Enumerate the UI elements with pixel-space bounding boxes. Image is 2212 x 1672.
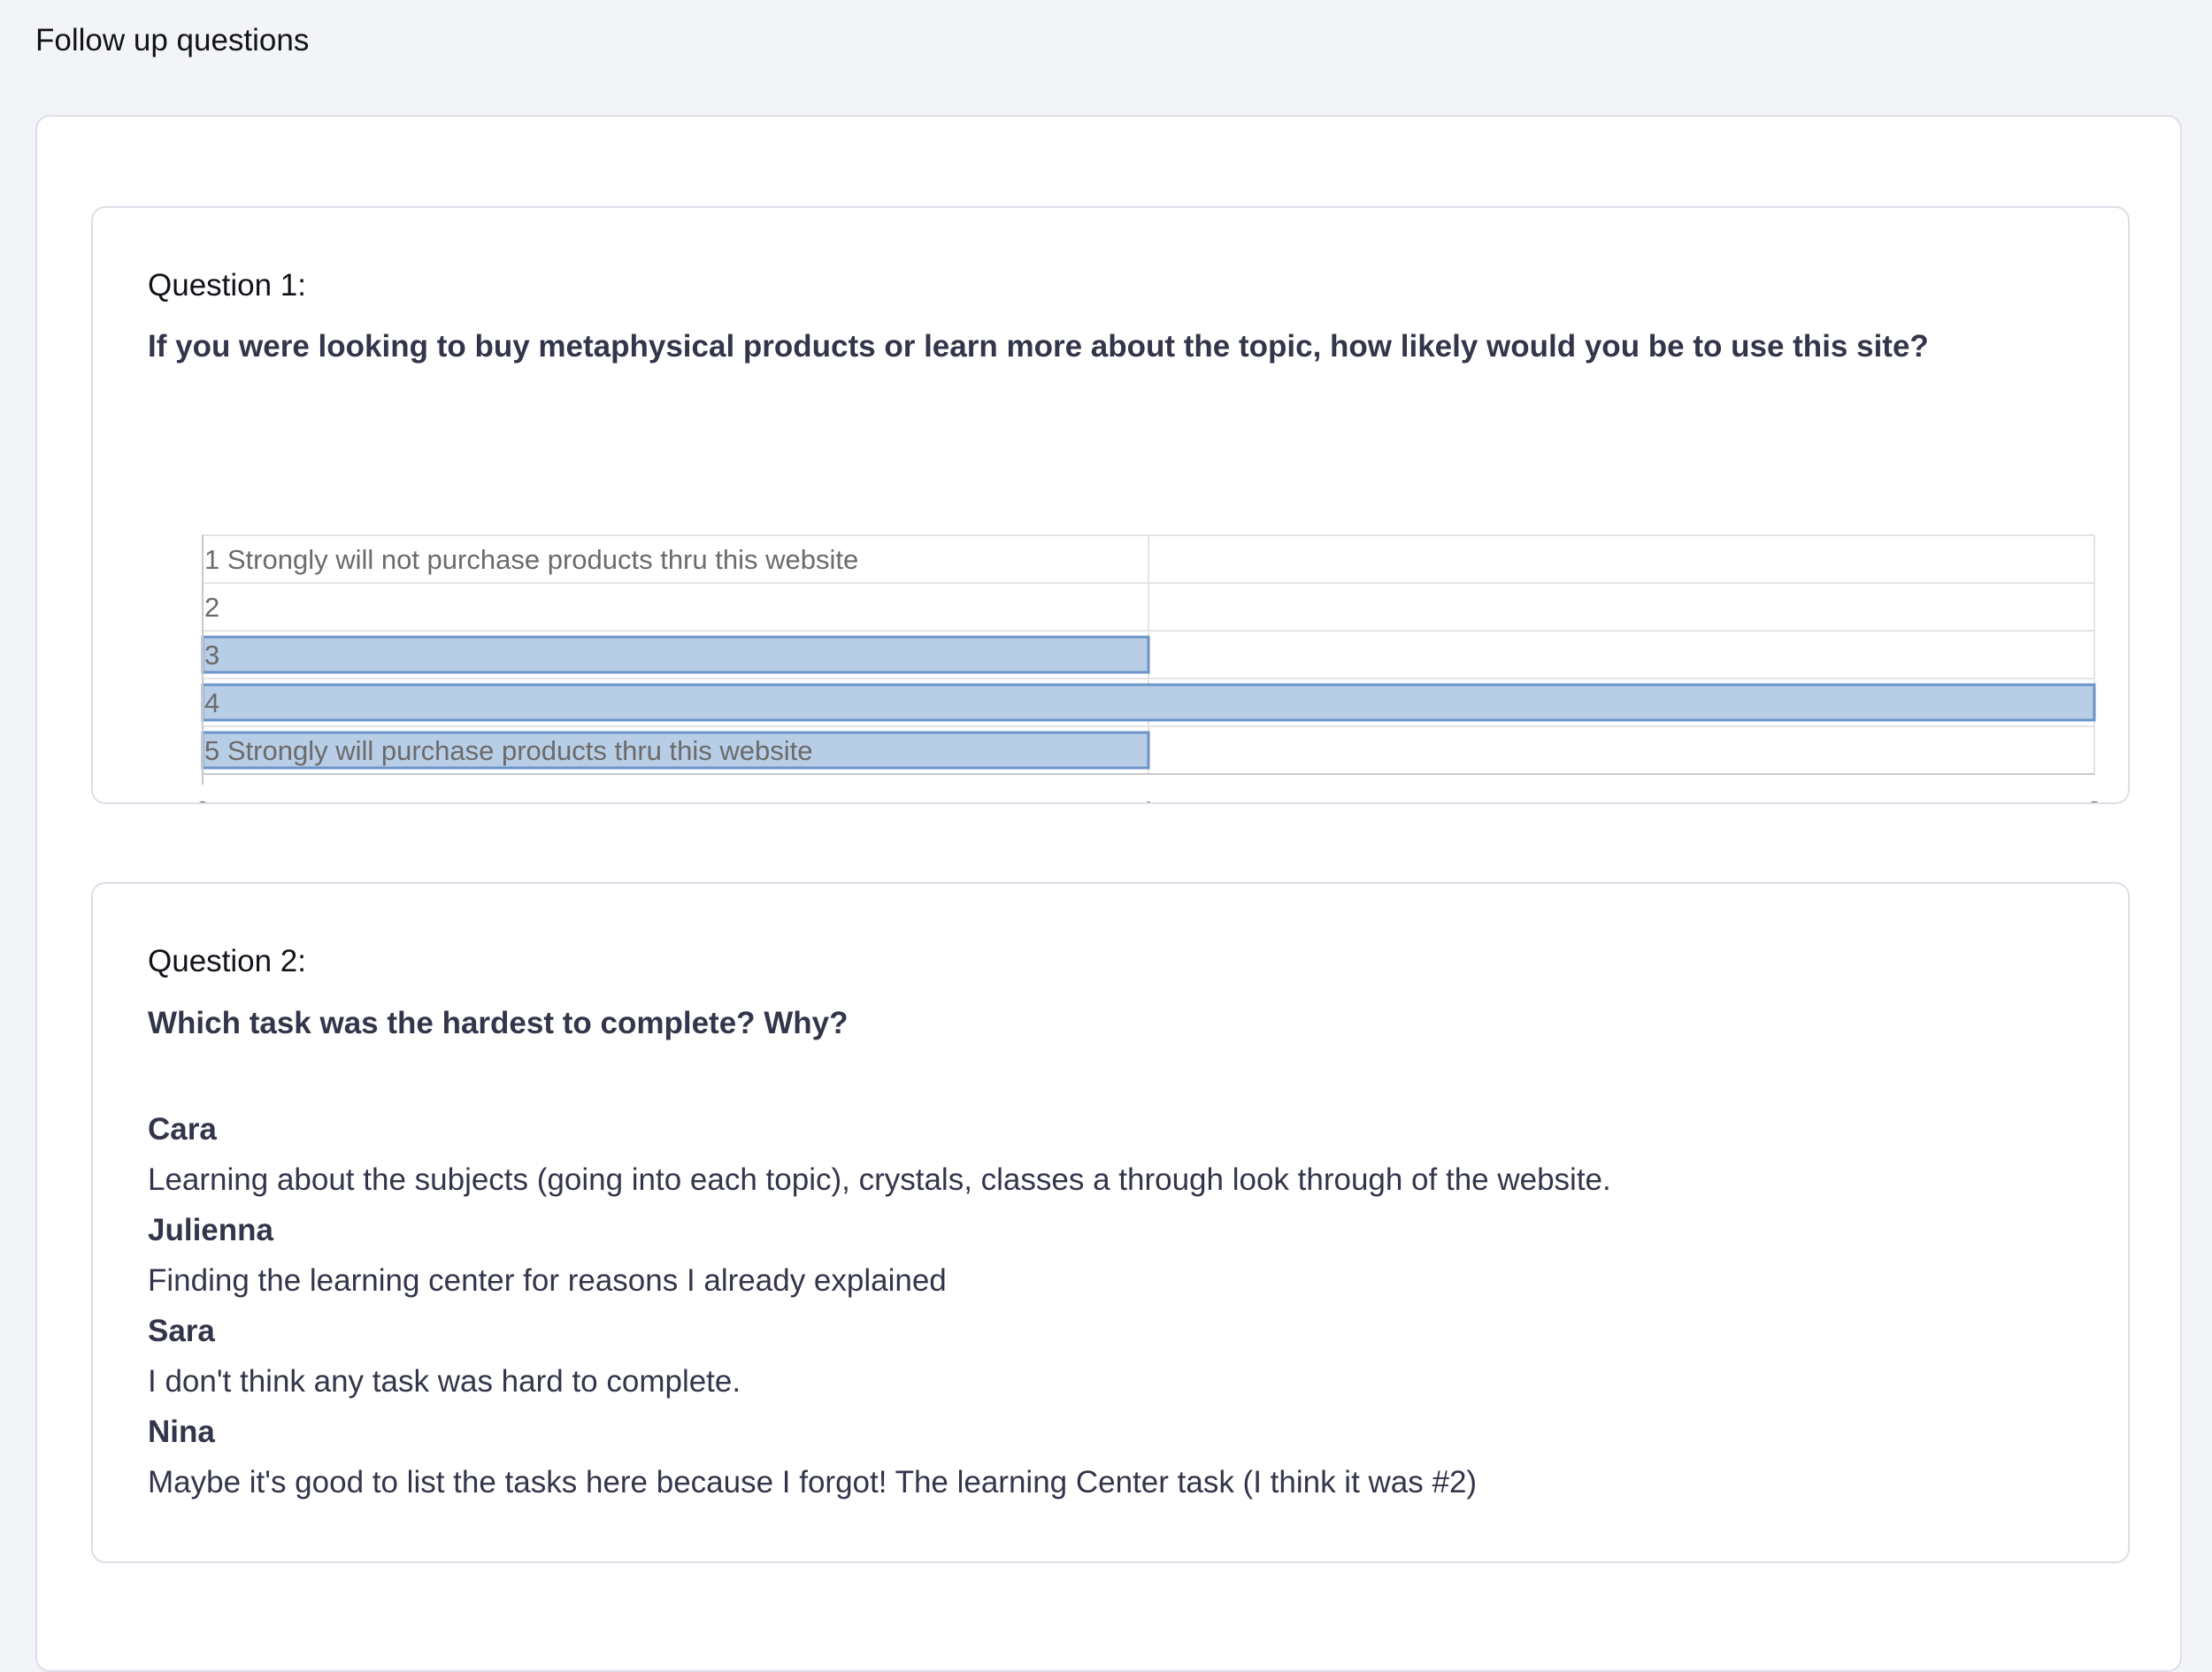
response-text: I don't think any task was hard to compl…: [148, 1364, 741, 1399]
bar: [201, 683, 2096, 722]
respondent-name: Sara: [148, 1314, 215, 1348]
response-item: Nina Maybe it's good to list the tasks h…: [148, 1407, 2094, 1508]
category-label: 5 Strongly will purchase products thru t…: [204, 735, 813, 766]
x-tick-label: 0: [196, 797, 210, 802]
respondent-name: Nina: [148, 1415, 215, 1449]
response-text: Learning about the subjects (going into …: [148, 1162, 1611, 1197]
bar: [201, 635, 1150, 674]
question-card-2: Question 2: Which task was the hardest t…: [91, 882, 2130, 1563]
category-label: 3: [204, 640, 219, 671]
response-text: Finding the learning center for reasons …: [148, 1263, 947, 1298]
question-label: Question 2:: [148, 944, 306, 978]
respondent-name: Julienna: [148, 1213, 273, 1247]
x-tick-label: 2: [2087, 797, 2101, 802]
page-title: Follow up questions: [35, 23, 310, 58]
category-label: 2: [204, 592, 219, 623]
question-card-1: Question 1: If you were looking to buy m…: [91, 206, 2130, 804]
respondent-name: Cara: [148, 1112, 217, 1147]
response-item: Cara Learning about the subjects (going …: [148, 1105, 2094, 1206]
response-text: Maybe it's good to list the tasks here b…: [148, 1465, 1478, 1499]
follow-up-panel: Question 1: If you were looking to buy m…: [35, 115, 2182, 1672]
response-list: Cara Learning about the subjects (going …: [148, 1105, 2094, 1508]
category-label: 4: [204, 687, 219, 718]
likelihood-bar-chart: 1 Strongly will not purchase products th…: [196, 534, 2101, 802]
response-item: Julienna Finding the learning center for…: [148, 1206, 2094, 1307]
response-item: Sara I don't think any task was hard to …: [148, 1307, 2094, 1407]
x-tick-label: 1: [1141, 797, 1156, 802]
question-text: Which task was the hardest to complete? …: [148, 1006, 849, 1040]
category-label: 1 Strongly will not purchase products th…: [204, 544, 858, 575]
